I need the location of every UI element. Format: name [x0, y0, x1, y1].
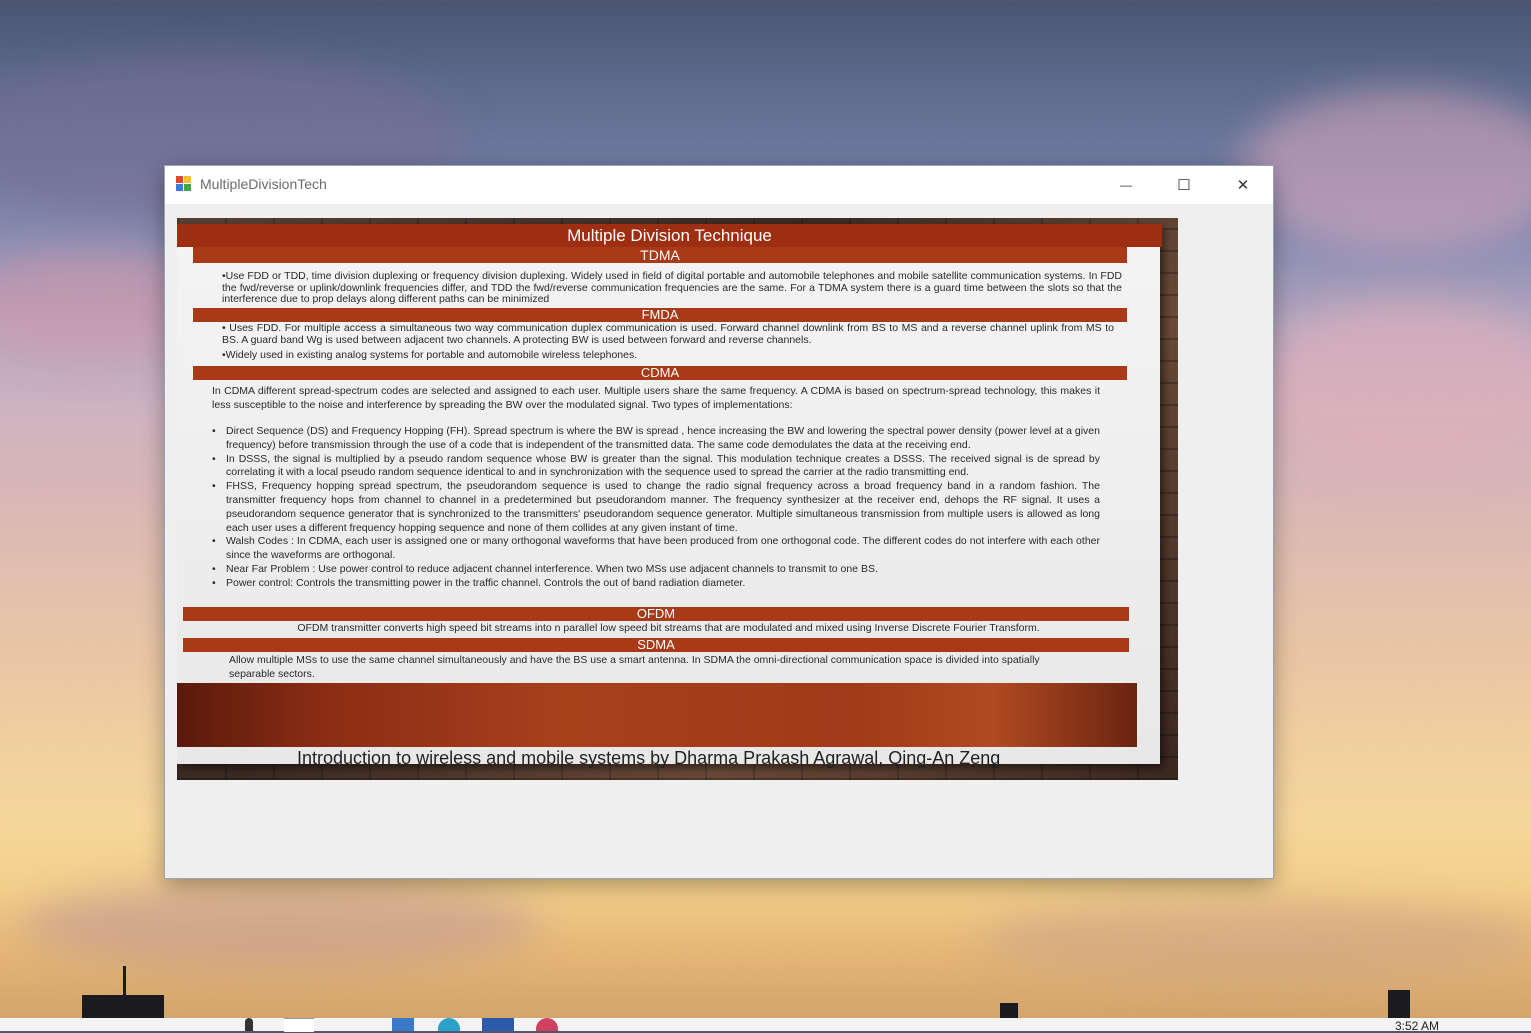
taskbar-icon[interactable]: [392, 1018, 414, 1031]
app-window: MultipleDivisionTech — ☐ ✕ Multiple Divi…: [165, 166, 1273, 878]
cdma-list: Direct Sequence (DS) and Frequency Hoppi…: [212, 425, 1100, 591]
sdma-text: Allow multiple MSs to use the same chann…: [229, 654, 1040, 680]
list-item: Near Far Problem : Use power control to …: [212, 563, 1100, 577]
sdma-heading: SDMA: [183, 638, 1129, 652]
maximize-icon: ☐: [1177, 177, 1191, 194]
ofdm-heading: OFDM: [183, 607, 1129, 621]
list-item: Power control: Controls the transmitting…: [212, 577, 1100, 591]
fmda-text-2: •Widely used in existing analog systems …: [222, 349, 638, 361]
maximize-button[interactable]: ☐: [1155, 166, 1213, 204]
app-icon: [176, 176, 193, 193]
taskbar-icon[interactable]: [284, 1018, 314, 1032]
taskbar-icon[interactable]: [245, 1018, 253, 1031]
list-item: Direct Sequence (DS) and Frequency Hoppi…: [212, 425, 1100, 453]
slide-footer: Introduction to wireless and mobile syst…: [297, 748, 1001, 768]
taskbar-icon[interactable]: [482, 1018, 514, 1031]
cdma-intro: In CDMA different spread-spectrum codes …: [212, 385, 1100, 411]
list-item: In DSSS, the signal is multiplied by a p…: [212, 453, 1100, 481]
fmda-text: • Uses FDD. For multiple access a simult…: [222, 322, 1114, 346]
fmda-heading: FMDA: [193, 308, 1127, 322]
minimize-button[interactable]: —: [1097, 166, 1155, 204]
slide-paper: Multiple Division Technique TDMA •Use FD…: [177, 224, 1162, 768]
cdma-heading: CDMA: [193, 366, 1127, 380]
slide-title: Multiple Division Technique: [177, 224, 1162, 247]
taskbar-icon[interactable]: [536, 1018, 558, 1031]
taskbar: [0, 1018, 1531, 1032]
antenna-silhouette: [123, 966, 126, 996]
decorative-band: [177, 683, 1137, 747]
cloud: [980, 900, 1531, 980]
taskbar-icon[interactable]: [438, 1018, 460, 1031]
minimize-icon: —: [1120, 178, 1132, 192]
close-icon: ✕: [1236, 177, 1250, 194]
list-item: FHSS, Frequency hopping spread spectrum,…: [212, 480, 1100, 535]
list-item: Walsh Codes : In CDMA, each user is assi…: [212, 535, 1100, 563]
tdma-text: •Use FDD or TDD, time division duplexing…: [222, 270, 1122, 305]
tdma-heading: TDMA: [193, 247, 1127, 263]
cloud: [1240, 90, 1531, 250]
slide-image: Multiple Division Technique TDMA •Use FD…: [177, 218, 1178, 780]
cloud: [1260, 300, 1531, 480]
cloud: [20, 880, 540, 970]
title-bar[interactable]: MultipleDivisionTech — ☐ ✕: [165, 166, 1273, 204]
close-button[interactable]: ✕: [1214, 166, 1272, 204]
window-title: MultipleDivisionTech: [200, 176, 327, 192]
ofdm-text: OFDM transmitter converts high speed bit…: [297, 622, 1040, 634]
